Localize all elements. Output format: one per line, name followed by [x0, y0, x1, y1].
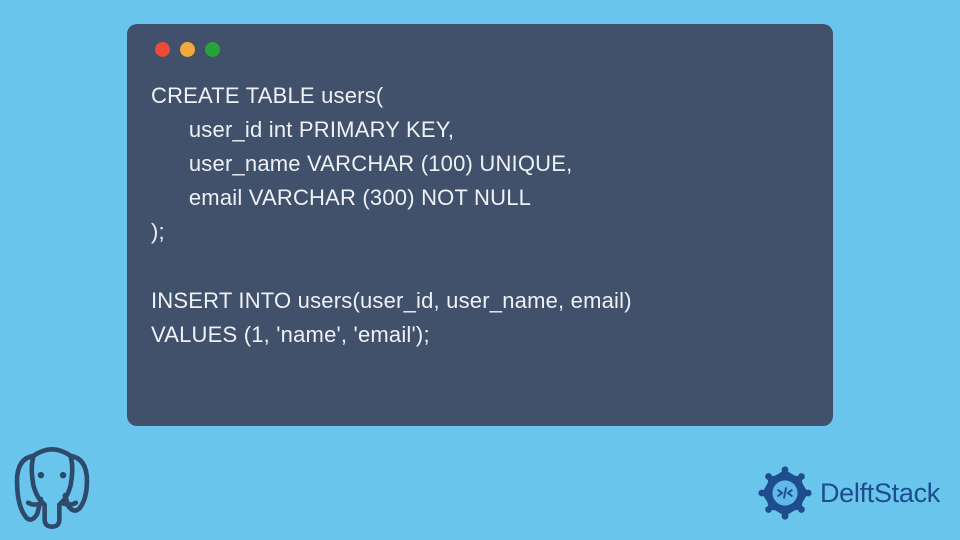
delftstack-logo-icon — [756, 464, 814, 522]
delftstack-label: DelftStack — [820, 478, 940, 509]
code-block: CREATE TABLE users( user_id int PRIMARY … — [151, 79, 809, 352]
window-titlebar — [151, 42, 809, 57]
code-line: email VARCHAR (300) NOT NULL — [151, 185, 531, 210]
code-line: VALUES (1, 'name', 'email'); — [151, 322, 430, 347]
maximize-dot-icon — [205, 42, 220, 57]
code-line: INSERT INTO users(user_id, user_name, em… — [151, 288, 632, 313]
minimize-dot-icon — [180, 42, 195, 57]
delftstack-brand: DelftStack — [756, 464, 940, 522]
code-line: user_name VARCHAR (100) UNIQUE, — [151, 151, 572, 176]
close-dot-icon — [155, 42, 170, 57]
code-line: user_id int PRIMARY KEY, — [151, 117, 454, 142]
postgresql-logo-icon — [6, 442, 98, 534]
code-line: CREATE TABLE users( — [151, 83, 383, 108]
code-window: CREATE TABLE users( user_id int PRIMARY … — [127, 24, 833, 426]
code-line: ); — [151, 219, 165, 244]
